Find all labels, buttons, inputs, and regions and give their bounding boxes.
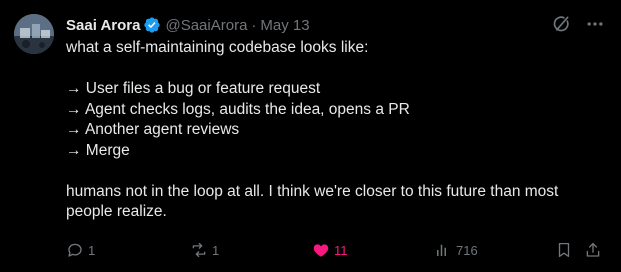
bookmark-button[interactable] bbox=[555, 239, 573, 261]
reply-count: 1 bbox=[88, 242, 96, 258]
view-count: 716 bbox=[456, 242, 478, 258]
more-icon[interactable] bbox=[585, 14, 605, 34]
repost-button[interactable]: 1 bbox=[190, 239, 219, 261]
repost-icon bbox=[192, 242, 206, 258]
tweet-step: → Another agent reviews bbox=[66, 121, 240, 138]
tweet-header: Saai Arora @SaaiArora · May 13 bbox=[66, 14, 310, 36]
avatar-image bbox=[14, 14, 54, 54]
like-button[interactable]: 11 bbox=[312, 239, 348, 261]
tweet-text: what a self-maintaining codebase looks l… bbox=[66, 38, 596, 223]
tweet-text-line: what a self-maintaining codebase looks l… bbox=[66, 39, 369, 56]
reply-icon bbox=[68, 243, 82, 257]
tweet: Saai Arora @SaaiArora · May 13 what a se… bbox=[0, 0, 621, 272]
tweet-step: → User files a bug or feature request bbox=[66, 80, 321, 97]
bookmark-icon bbox=[558, 242, 570, 258]
views-icon bbox=[437, 244, 446, 256]
tweet-step: → Merge bbox=[66, 141, 130, 159]
tweet-step: → Agent checks logs, audits the idea, op… bbox=[66, 100, 410, 118]
avatar[interactable] bbox=[14, 14, 54, 54]
verified-badge-icon bbox=[143, 16, 161, 34]
heart-icon bbox=[313, 244, 329, 257]
tweet-text-line: people realize. bbox=[66, 203, 167, 220]
tweet-actions: 1 1 11 716 bbox=[66, 239, 606, 261]
views-button[interactable]: 716 bbox=[434, 239, 478, 261]
tweet-top-actions bbox=[551, 14, 605, 34]
tweet-date[interactable]: May 13 bbox=[260, 17, 309, 34]
repost-count: 1 bbox=[212, 242, 220, 258]
author-name[interactable]: Saai Arora bbox=[66, 17, 140, 34]
share-button[interactable] bbox=[584, 239, 602, 261]
grok-icon[interactable] bbox=[551, 14, 571, 34]
reply-button[interactable]: 1 bbox=[66, 239, 95, 261]
share-icon bbox=[586, 242, 600, 257]
tweet-text-line: humans not in the loop at all. I think w… bbox=[66, 182, 559, 200]
author-handle[interactable]: @SaaiArora bbox=[165, 17, 247, 34]
separator-dot: · bbox=[251, 16, 257, 34]
like-count: 11 bbox=[334, 242, 348, 258]
